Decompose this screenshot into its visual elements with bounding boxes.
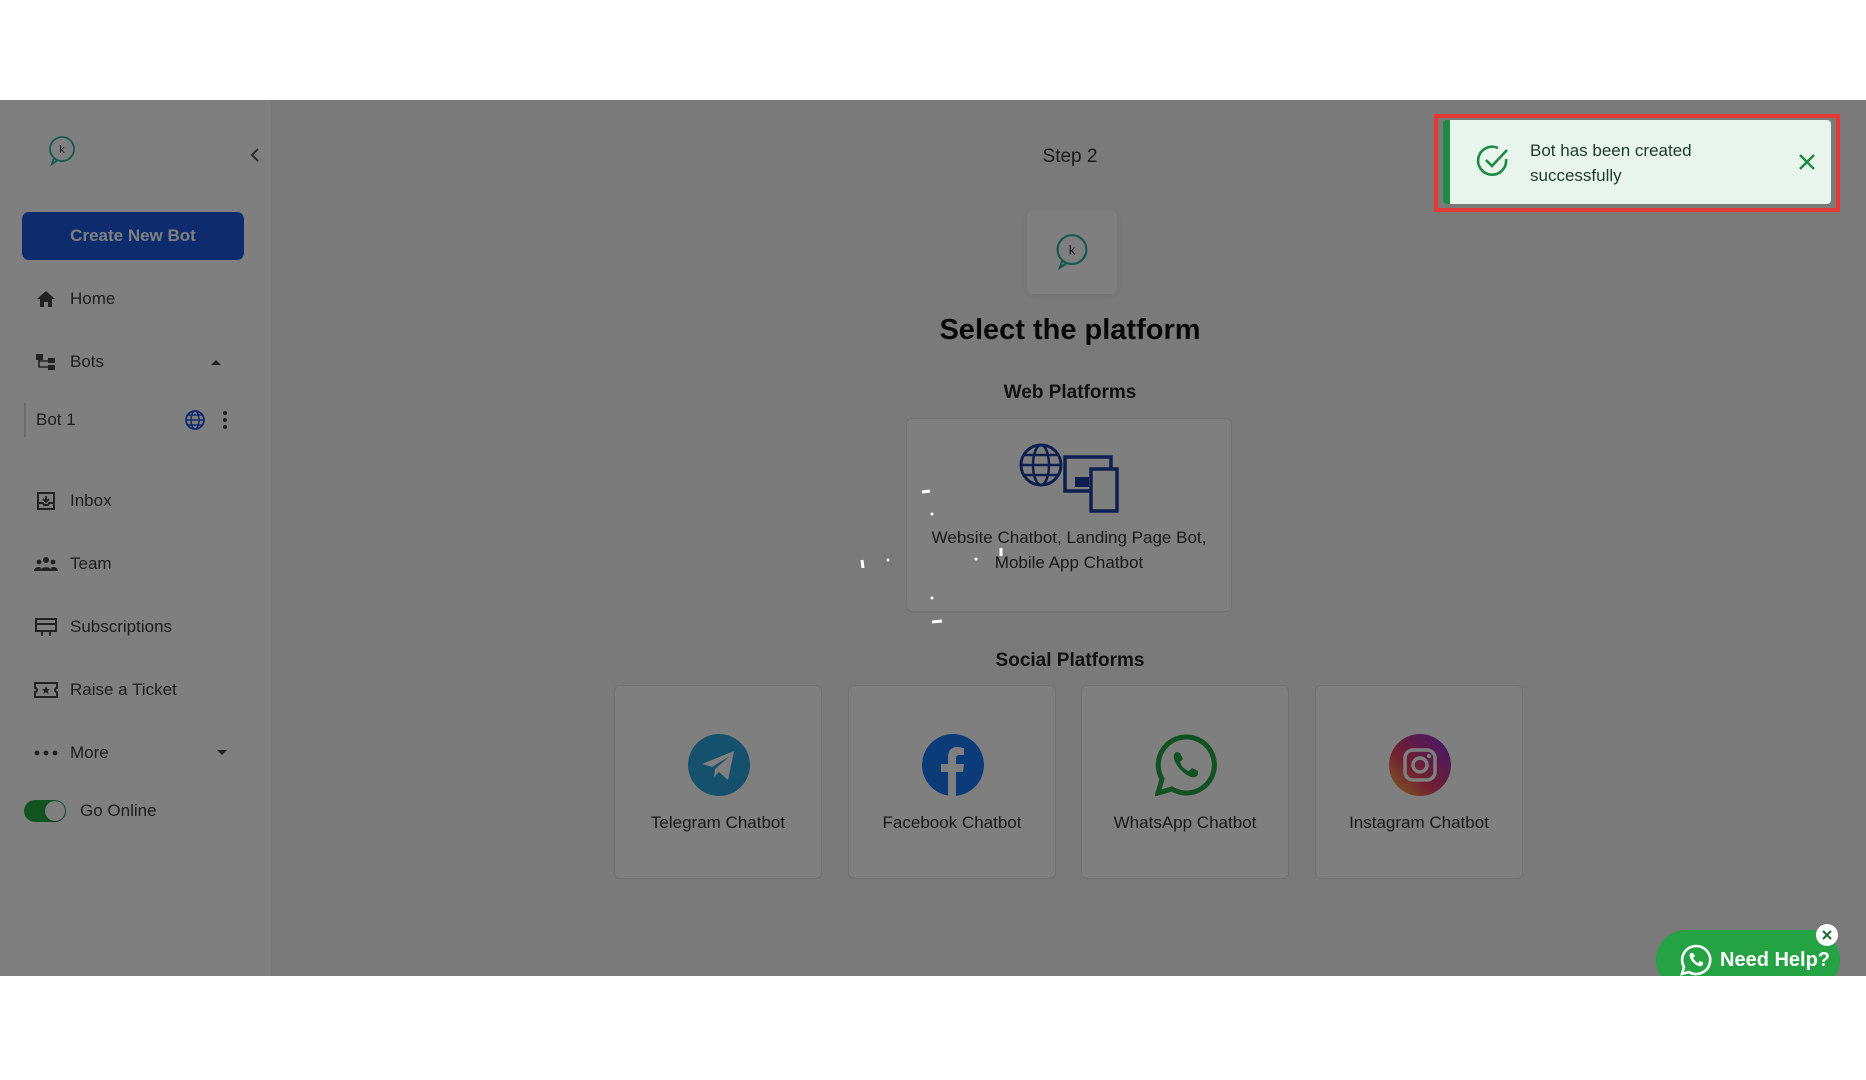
- toggle-knob: [45, 801, 65, 821]
- telegram-icon: [688, 734, 750, 796]
- kebab-menu-icon[interactable]: [222, 410, 228, 430]
- collapse-sidebar-icon[interactable]: [248, 146, 262, 164]
- need-help-button[interactable]: Need Help?: [1656, 930, 1840, 976]
- web-platforms-heading: Web Platforms: [1003, 382, 1137, 403]
- sidebar-item-label: Subscriptions: [70, 617, 173, 636]
- instagram-label: Instagram Chatbot: [1349, 813, 1489, 832]
- bot-list-item[interactable]: Bot 1: [24, 403, 236, 437]
- whatsapp-label: WhatsApp Chatbot: [1113, 813, 1257, 832]
- close-help-button[interactable]: [1816, 924, 1838, 946]
- sidebar-item-more[interactable]: More: [34, 739, 109, 767]
- sidebar-item-label: More: [70, 743, 109, 762]
- telegram-label: Telegram Chatbot: [650, 813, 786, 832]
- svg-text:k: k: [1069, 242, 1076, 257]
- app-logo-icon: k: [1056, 234, 1088, 270]
- facebook-icon: [922, 734, 984, 796]
- whatsapp-card[interactable]: WhatsApp Chatbot: [1081, 685, 1289, 879]
- sidebar-item-inbox[interactable]: Inbox: [34, 487, 112, 515]
- facebook-label: Facebook Chatbot: [882, 813, 1022, 832]
- web-devices-icon: [1019, 443, 1119, 513]
- sidebar-item-subscriptions[interactable]: Subscriptions: [34, 613, 172, 641]
- sidebar-item-bots[interactable]: Bots: [34, 348, 104, 376]
- whatsapp-icon: [1680, 944, 1712, 976]
- ticket-icon: [34, 678, 58, 702]
- app-frame: k Create New Bot Home Bots Bot 1 Inbox T…: [0, 100, 1866, 976]
- sidebar-item-label: Team: [70, 554, 112, 573]
- highlight-box: [1434, 114, 1840, 212]
- caret-up-icon[interactable]: [210, 358, 222, 366]
- sidebar-item-label: Raise a Ticket: [70, 680, 177, 699]
- team-icon: [34, 552, 58, 576]
- sidebar-item-team[interactable]: Team: [34, 550, 112, 578]
- sidebar-item-label: Inbox: [70, 491, 112, 510]
- more-dots-icon: [34, 741, 58, 765]
- home-icon: [34, 287, 58, 311]
- instagram-card[interactable]: Instagram Chatbot: [1315, 685, 1523, 879]
- loading-spinner-icon: [860, 489, 1003, 624]
- facebook-card[interactable]: Facebook Chatbot: [848, 685, 1056, 879]
- inbox-icon: [34, 489, 58, 513]
- whatsapp-icon: [1155, 734, 1217, 796]
- sidebar: k Create New Bot Home Bots Bot 1 Inbox T…: [0, 100, 272, 976]
- globe-icon: [185, 410, 205, 430]
- bot-avatar: k: [1027, 210, 1117, 294]
- telegram-card[interactable]: Telegram Chatbot: [614, 685, 822, 879]
- page-title: Select the platform: [939, 314, 1201, 346]
- sidebar-item-home[interactable]: Home: [34, 285, 115, 313]
- go-online-toggle[interactable]: [24, 800, 66, 822]
- go-online-label: Go Online: [80, 801, 157, 820]
- svg-text:k: k: [59, 144, 65, 156]
- caret-down-icon[interactable]: [216, 749, 228, 757]
- bots-hierarchy-icon: [34, 350, 58, 374]
- subscriptions-icon: [34, 615, 58, 639]
- sidebar-item-raise-ticket[interactable]: Raise a Ticket: [34, 676, 177, 704]
- close-icon: [1822, 930, 1832, 940]
- instagram-icon: [1389, 734, 1451, 796]
- create-new-bot-button[interactable]: Create New Bot: [22, 212, 244, 260]
- app-logo[interactable]: k: [48, 136, 76, 166]
- sidebar-item-label: Bots: [70, 352, 105, 371]
- social-platforms-heading: Social Platforms: [995, 650, 1145, 671]
- bot-name: Bot 1: [36, 410, 76, 429]
- need-help-label: Need Help?: [1720, 948, 1831, 971]
- sidebar-item-label: Home: [70, 289, 116, 308]
